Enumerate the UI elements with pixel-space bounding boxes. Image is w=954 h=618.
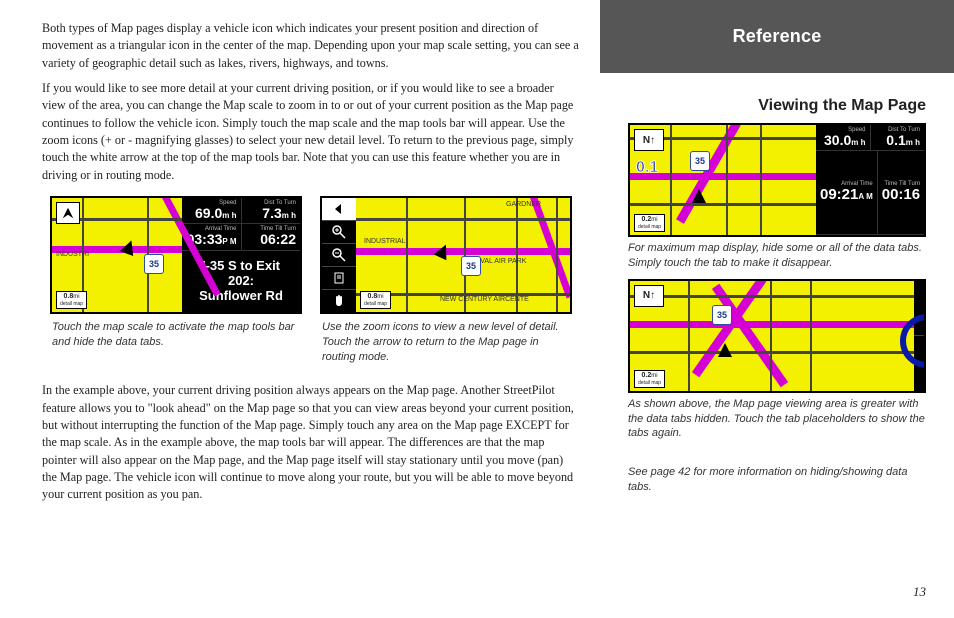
figure-1-col: INDUSTRI 35 0.8mi detail map Speed 69.0: [50, 196, 302, 365]
route-line3: Sunflower Rd: [184, 289, 298, 304]
highway-shield: 35: [690, 151, 710, 171]
page-container: Both types of Map pages display a vehicl…: [0, 0, 954, 618]
compass-icon: N↑: [634, 129, 664, 151]
sidebar-column: Reference Viewing the Map Page N↑ 35 0.1: [600, 0, 954, 618]
time-tab[interactable]: Time Till Turn 06:22: [242, 224, 301, 249]
scale-value: 0.8: [368, 293, 378, 300]
route-line2: 202:: [184, 274, 298, 289]
figure-1-caption: Touch the map scale to activate the map …: [52, 320, 300, 350]
map-screenshot-3: N↑ 35 0.1 0.2mi detail map: [628, 123, 926, 237]
compass-icon: N↑: [634, 285, 664, 307]
paragraph-3: In the example above, your current drivi…: [42, 382, 580, 503]
dist-tab[interactable]: Dist To Turn 7.3m h: [242, 198, 301, 223]
figure-row: INDUSTRI 35 0.8mi detail map Speed 69.0: [50, 196, 572, 365]
scale-value: 0.2: [642, 372, 652, 379]
figure-4-caption: As shown above, the Map page viewing are…: [628, 397, 926, 442]
dist-tab[interactable]: Dist To Turn 0.1m h: [871, 125, 925, 150]
vehicle-icon: [120, 238, 138, 256]
section-title: Viewing the Map Page: [628, 97, 926, 115]
info-button[interactable]: [322, 267, 356, 290]
back-arrow-button[interactable]: [322, 198, 356, 221]
compass-icon: [56, 202, 80, 224]
scale-value: 0.2: [642, 216, 652, 223]
vehicle-icon: [692, 189, 706, 203]
map-canvas: N↑ 35 0.2mi detail map: [630, 281, 924, 391]
map-canvas[interactable]: INDUSTRIAL NAVAL AIR PARK NEW CENTURY AI…: [356, 198, 570, 312]
zoom-out-button[interactable]: [322, 244, 356, 267]
arrival-ampm: A M: [858, 192, 872, 201]
scale-value: 0.8: [64, 293, 74, 300]
map-screenshot-2: INDUSTRIAL NAVAL AIR PARK NEW CENTURY AI…: [320, 196, 572, 314]
scale-sub: detail map: [638, 380, 661, 386]
map-scale-button[interactable]: 0.2mi detail map: [634, 214, 665, 232]
scale-unit: mi: [651, 217, 657, 223]
compass-text: N↑: [643, 135, 655, 146]
footnote: See page 42 for more information on hidi…: [628, 465, 926, 495]
time-tab[interactable]: Time Till Turn 00:16: [878, 151, 924, 234]
vehicle-icon: [718, 343, 732, 357]
speed-unit: m h: [851, 138, 865, 147]
arrival-tab[interactable]: Arrival Time 09:21A M: [816, 151, 878, 234]
speed-tab[interactable]: Speed 30.0m h: [816, 125, 871, 150]
speed-value: 30.0: [824, 132, 851, 148]
zoom-in-button[interactable]: [322, 221, 356, 244]
figure-2-col: INDUSTRIAL NAVAL AIR PARK NEW CENTURY AI…: [320, 196, 572, 365]
time-value: 06:22: [246, 232, 297, 247]
scale-sub: detail map: [364, 301, 387, 307]
street-label: INDUSTRIAL: [364, 238, 406, 245]
arrival-ampm: P M: [222, 237, 236, 246]
speed-value: 69.0: [195, 205, 222, 221]
scale-sub: detail map: [638, 224, 661, 230]
dist-value: 0.1: [886, 132, 905, 148]
pan-hand-button[interactable]: [322, 290, 356, 312]
page-number: 13: [913, 584, 926, 600]
time-value: 00:16: [882, 187, 920, 204]
dist-unit: m h: [282, 211, 296, 220]
vehicle-icon: [434, 242, 453, 261]
dist-unit: m h: [906, 138, 920, 147]
highway-shield: 35: [144, 254, 164, 274]
street-label: NEW CENTURY AIRCENTE: [440, 296, 529, 303]
speed-tab[interactable]: Speed 69.0m h: [182, 198, 242, 223]
point-distance: 0.1: [636, 159, 658, 177]
highway-shield: 35: [461, 256, 481, 276]
dist-value: 7.3: [262, 205, 281, 221]
figure-2-caption: Use the zoom icons to view a new level o…: [322, 320, 570, 365]
compass-text: N↑: [643, 290, 655, 301]
figure-3-caption: For maximum map display, hide some or al…: [628, 241, 926, 271]
scale-unit: mi: [73, 294, 79, 300]
main-text-column: Both types of Map pages display a vehicl…: [0, 0, 600, 618]
map-canvas: INDUSTRI 35 0.8mi detail map: [52, 198, 182, 312]
arrival-value: 09:21: [820, 186, 858, 203]
map-canvas: N↑ 35 0.1 0.2mi detail map: [630, 125, 816, 235]
map-scale-button[interactable]: 0.8mi detail map: [56, 291, 87, 309]
data-panel: Speed 30.0m h Dist To Turn 0.1m h Arriva…: [816, 125, 924, 235]
street-label: GARDNER: [506, 201, 541, 208]
map-screenshot-4: N↑ 35 0.2mi detail map: [628, 279, 926, 393]
scale-sub: detail map: [60, 301, 83, 307]
paragraph-1: Both types of Map pages display a vehicl…: [42, 20, 580, 72]
reference-banner: Reference: [600, 0, 954, 73]
scale-unit: mi: [377, 294, 383, 300]
map-tools-bar: [322, 198, 356, 312]
scale-unit: mi: [651, 373, 657, 379]
map-screenshot-1: INDUSTRI 35 0.8mi detail map Speed 69.0: [50, 196, 302, 314]
map-scale-button[interactable]: 0.8mi detail map: [360, 291, 391, 309]
highway-shield: 35: [712, 305, 732, 325]
paragraph-2: If you would like to see more detail at …: [42, 80, 580, 184]
map-scale-button[interactable]: 0.2mi detail map: [634, 370, 665, 388]
speed-unit: m h: [222, 211, 236, 220]
street-label: INDUSTRI: [56, 251, 89, 258]
